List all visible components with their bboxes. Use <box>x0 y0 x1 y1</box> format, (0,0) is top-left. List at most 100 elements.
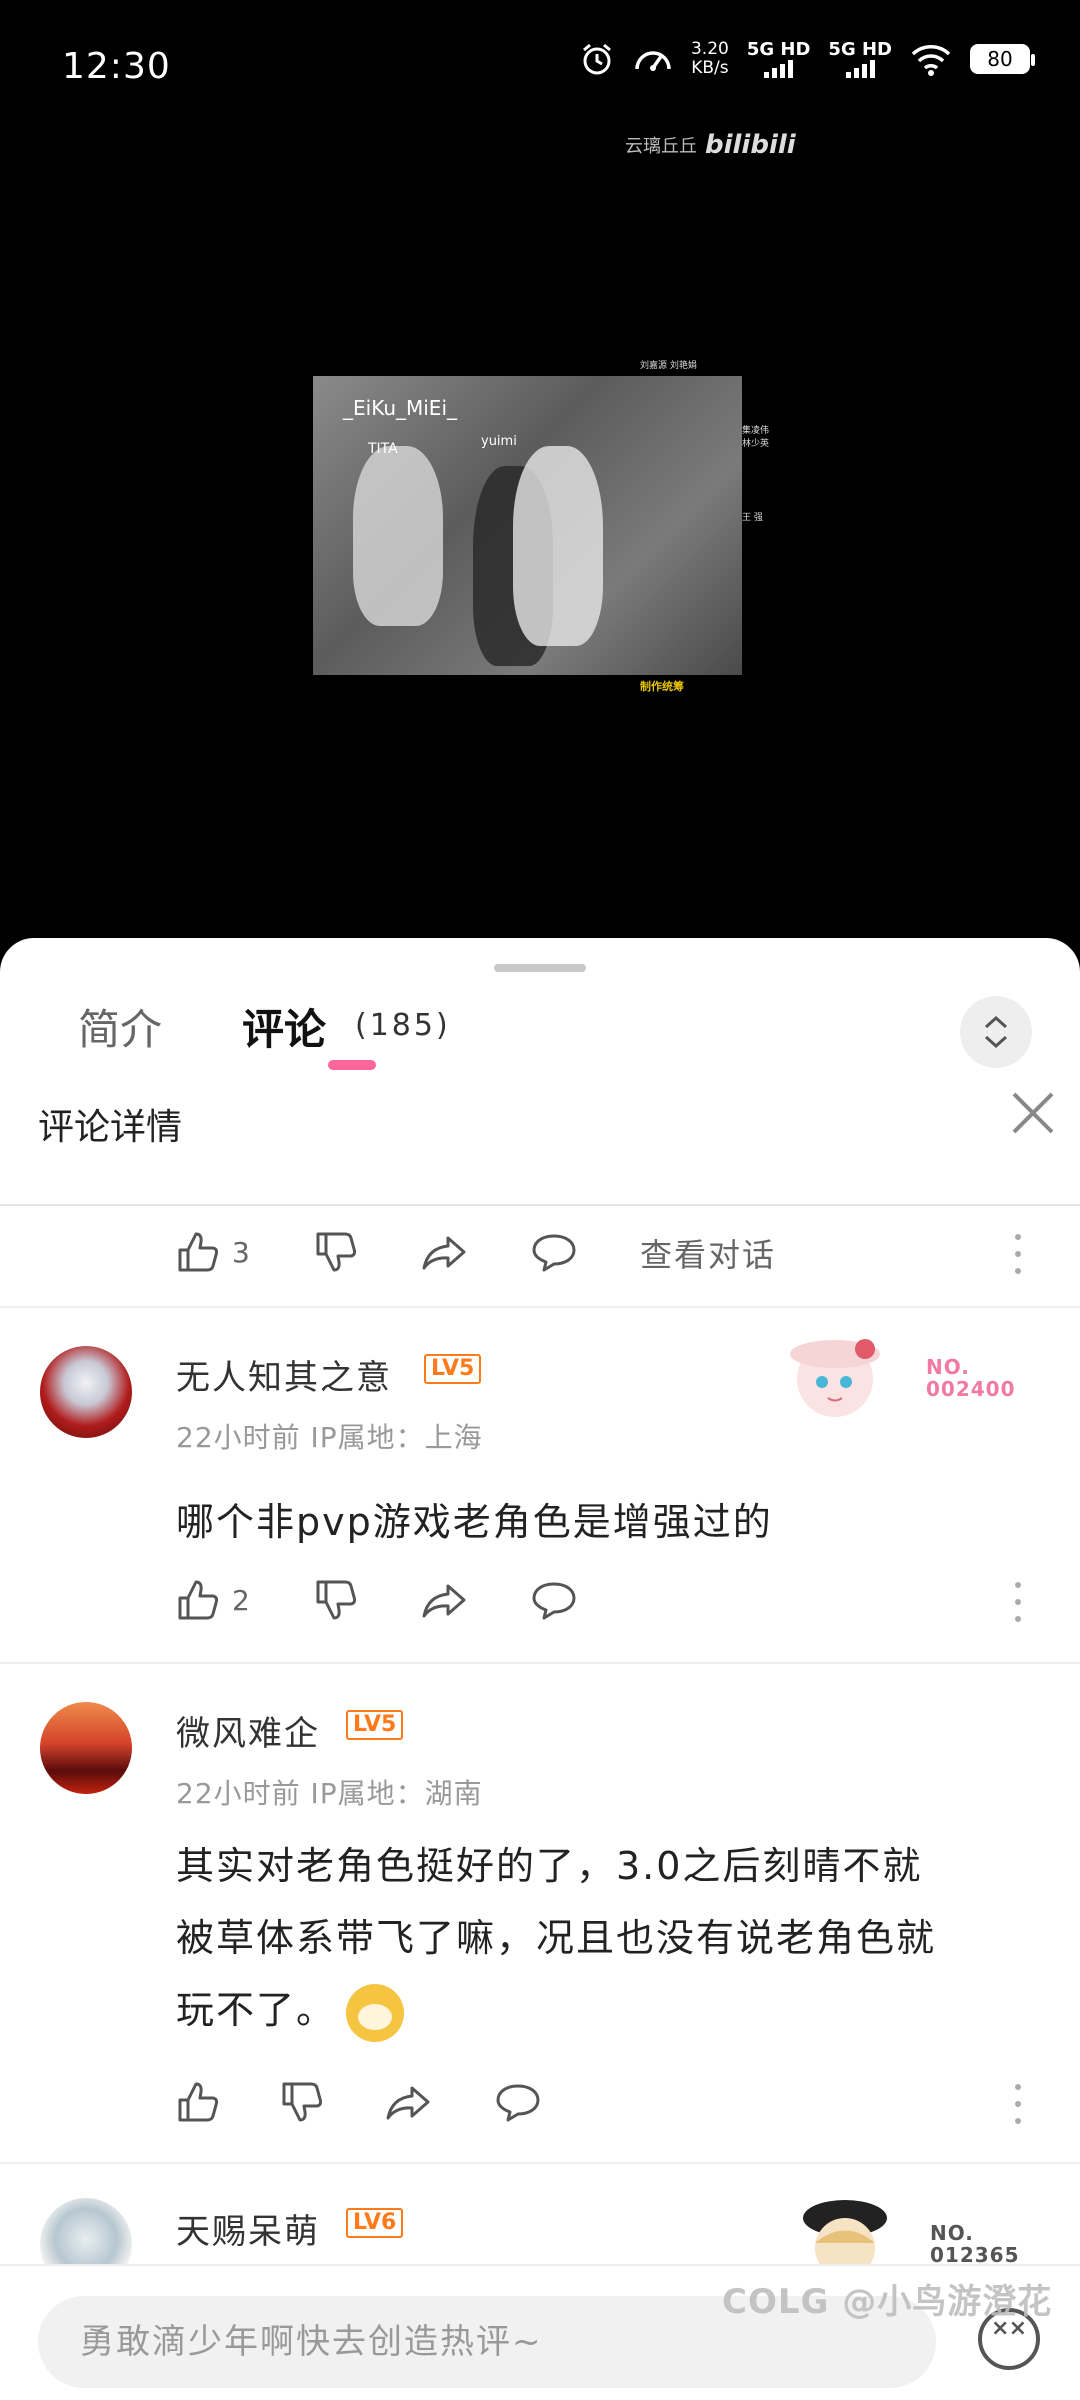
close-x-icon <box>1012 1092 1054 1134</box>
reply-button[interactable] <box>530 1224 578 1280</box>
avatar[interactable] <box>40 1702 132 1794</box>
video-credits-top: 刘嘉源 刘艳娟 <box>640 361 697 371</box>
share-arrow-icon <box>386 2086 430 2120</box>
tab-indicator <box>328 1060 376 1070</box>
comment-content-line: 被草体系带飞了嘛，况且也没有说老角色就 <box>176 1916 937 1960</box>
like-button[interactable]: 3 <box>174 1224 250 1280</box>
battery-icon: 80 <box>970 44 1035 74</box>
signal-2: 5G HD <box>828 40 892 78</box>
comments-count: (185) <box>355 1008 451 1043</box>
chevron-up-down-icon <box>984 1015 1008 1049</box>
video-frame: _EiKu_MiEi_ TITA yuimi <box>313 376 742 675</box>
anime-girl-badge-icon <box>790 1339 880 1417</box>
speedometer-icon <box>635 51 671 71</box>
comment-meta: 22小时前 IP属地：湖南 <box>176 1777 483 1810</box>
share-button[interactable] <box>420 1572 468 1628</box>
comment-detail-header: 评论详情 <box>0 1092 1080 1148</box>
comment-username[interactable]: 天赐呆萌 <box>176 2204 320 2253</box>
like-count: 3 <box>232 1235 250 1269</box>
fan-badge-number: NO. 002400 <box>926 1356 1016 1400</box>
credit-watermark: COLG @小鸟游澄花 <box>722 2282 1053 2322</box>
fan-badge-art <box>770 1324 900 1424</box>
like-button[interactable]: 2 <box>174 1572 250 1628</box>
net-speed: 3.20 KB/s <box>691 40 729 78</box>
share-button[interactable] <box>420 1224 468 1280</box>
fan-badge-number: NO. 012365 <box>930 2222 1020 2266</box>
dislike-button[interactable] <box>312 1224 360 1280</box>
video-player[interactable]: 云璃丘丘 bilibili 刘嘉源 刘艳娟 集凌伟 林少英 王 强 _EiKu_… <box>0 110 1080 940</box>
share-arrow-icon <box>422 1584 466 1618</box>
tab-bar: 简介 评论 (185) <box>0 996 1080 1096</box>
signal-bars-icon <box>845 60 875 78</box>
fan-badge-no-value: 002400 <box>926 1377 1016 1401</box>
net-speed-value: 3.20 <box>690 39 729 59</box>
view-conversation-link[interactable]: 查看对话 <box>640 1230 776 1276</box>
divider <box>0 1662 1080 1664</box>
video-overlay-sub2: yuimi <box>481 434 517 449</box>
thumbs-up-icon <box>178 2082 219 2122</box>
signal-2-label: 5G HD <box>828 39 892 60</box>
tab-comments[interactable]: 评论 <box>242 996 326 1057</box>
share-arrow-icon <box>422 1236 466 1270</box>
more-options-icon[interactable] <box>1012 1582 1024 1622</box>
expand-collapse-button[interactable] <box>960 996 1032 1068</box>
divider <box>0 1204 1080 1206</box>
speech-bubble-icon <box>496 2084 540 2122</box>
comment-content-text: 玩不了。 <box>176 1988 337 2032</box>
video-overlay-name: _EiKu_MiEi_ <box>343 396 457 420</box>
credit-line: 林少英 <box>742 439 770 449</box>
more-options-icon[interactable] <box>1012 1234 1024 1274</box>
tab-intro[interactable]: 简介 <box>78 996 162 1057</box>
sheet-drag-handle[interactable] <box>494 964 586 972</box>
doge-emoji-icon <box>346 1983 405 2042</box>
level-badge: LV5 <box>346 1710 404 1740</box>
status-time: 12:30 <box>62 46 171 87</box>
dislike-button[interactable] <box>278 2074 326 2130</box>
comment-content-line: 玩不了。 <box>176 1974 1036 2046</box>
close-icon[interactable] <box>1010 1090 1056 1145</box>
watermark-text: 云璃丘丘 <box>625 136 697 157</box>
avatar[interactable] <box>40 1346 132 1438</box>
comment-username[interactable]: 无人知其之意 <box>176 1350 392 1399</box>
parent-comment-actions: 3 查看对话 <box>0 1224 1080 1280</box>
divider <box>0 1306 1080 1308</box>
comment-content[interactable]: 其实对老角色挺好的了，3.0之后刻晴不就 被草体系带飞了嘛，况且也没有说老角色就… <box>176 1830 1036 2046</box>
thumbs-down-icon <box>282 2082 323 2122</box>
signal-1-label: 5G HD <box>746 39 811 60</box>
level-badge: LV5 <box>424 1354 482 1384</box>
comment-content-line: 其实对老角色挺好的了，3.0之后刻晴不就 <box>176 1844 923 1888</box>
net-speed-unit: KB/s <box>691 58 729 78</box>
thumbs-up-icon <box>178 1580 219 1620</box>
thumbs-up-icon <box>178 1232 219 1272</box>
video-credits-side: 集凌伟 林少英 <box>742 425 769 451</box>
wifi-icon <box>911 45 951 76</box>
video-figure <box>513 446 603 646</box>
share-button[interactable] <box>384 2074 432 2130</box>
thumbs-down-icon <box>316 1232 357 1272</box>
thumbs-down-icon <box>316 1580 357 1620</box>
status-icons: 3.20 KB/s 5G HD 5G HD 80 <box>579 39 1035 78</box>
fan-badge-no-label: NO. <box>926 1355 970 1379</box>
reply-button[interactable] <box>530 1572 578 1628</box>
video-figure <box>353 446 443 626</box>
fan-badge-no-label: NO. <box>930 2221 974 2245</box>
video-watermark: 云璃丘丘 bilibili <box>625 130 796 160</box>
divider <box>0 2162 1080 2164</box>
more-options-icon[interactable] <box>1012 2084 1024 2124</box>
reply-button[interactable] <box>494 2074 542 2130</box>
comments-sheet: 简介 评论 (185) 评论详情 3 查看对话 无人知其之意 LV5 22小时前… <box>0 938 1080 2400</box>
comment-actions <box>0 2074 1080 2130</box>
video-credits-side2: 王 强 <box>742 513 763 523</box>
battery-level: 80 <box>987 47 1013 71</box>
like-count: 2 <box>232 1583 250 1617</box>
signal-1: 5G HD <box>746 39 811 78</box>
dislike-button[interactable] <box>312 1572 360 1628</box>
comment-username[interactable]: 微风难企 <box>176 1706 320 1755</box>
video-credits-bottom: 制作统筹 <box>640 680 684 693</box>
comment-content[interactable]: 哪个非pvp游戏老角色是增强过的 <box>176 1486 1036 1558</box>
comment-meta: 22小时前 IP属地：上海 <box>176 1421 483 1454</box>
credit-line: 集凌伟 <box>742 426 770 436</box>
alarm-icon <box>583 43 611 75</box>
like-button[interactable] <box>174 2074 232 2130</box>
comment-actions: 2 <box>0 1572 1080 1628</box>
